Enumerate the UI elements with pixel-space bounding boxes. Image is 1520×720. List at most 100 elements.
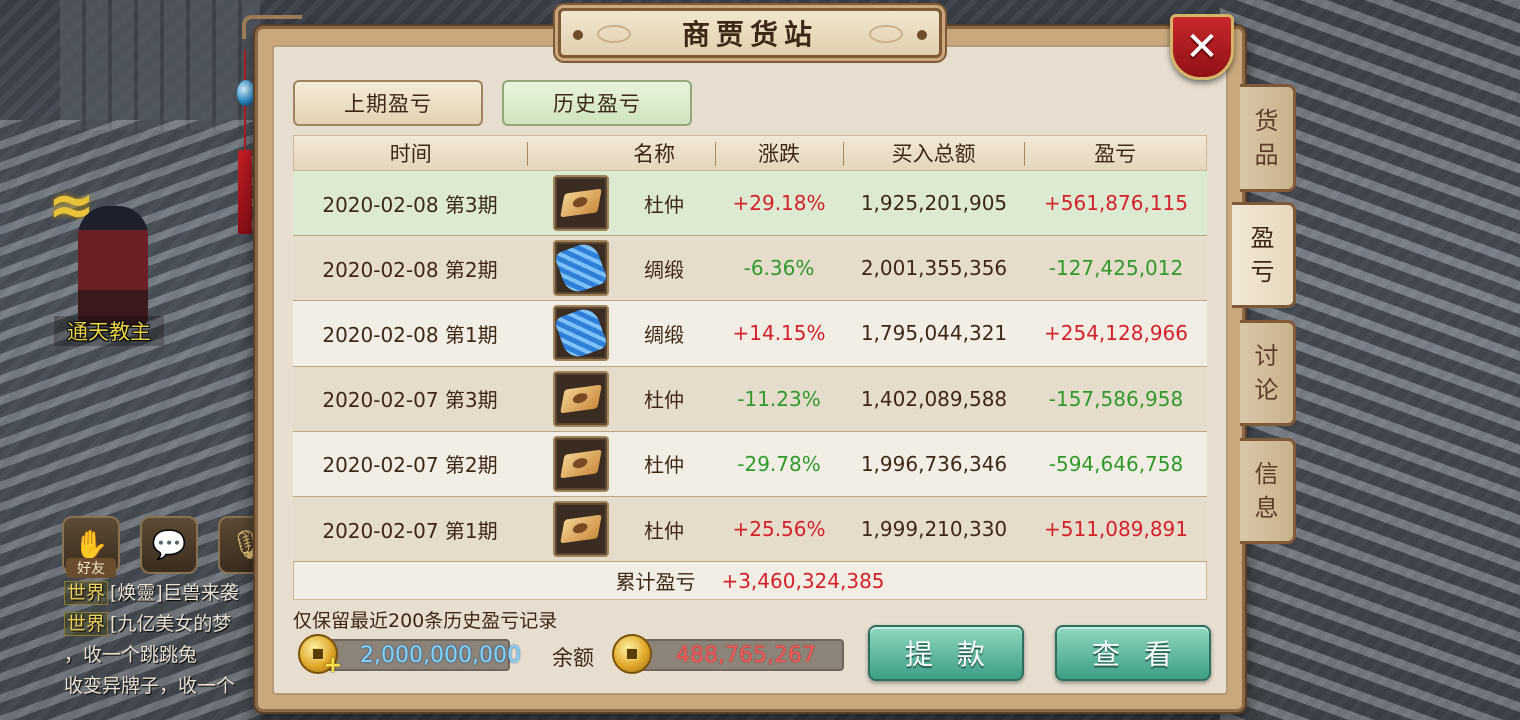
sidetab-goods[interactable]: 货 品 (1240, 84, 1296, 192)
total-label: 累计盈亏 (615, 570, 696, 595)
table-row[interactable]: 2020-02-08 第1期 绸缎 +14.15% 1,795,044,321 … (293, 301, 1207, 367)
chat-line: 世界 [九亿美女的梦 (64, 609, 264, 640)
balance-display: 488,765,267 (632, 639, 844, 671)
corner-ornament (242, 15, 302, 39)
profit-history-table: 时间 名称 涨跌 买入总额 盈亏 2020-02-08 第3期 杜仲 +29.1… (293, 135, 1207, 601)
herb-icon[interactable] (553, 175, 609, 232)
chat-channel: 世界 (64, 612, 109, 636)
cell-buy-total: 1,996,736,346 (860, 451, 1008, 476)
cell-buy-total: 1,999,210,330 (860, 517, 1008, 542)
table-row[interactable]: 2020-02-07 第3期 杜仲 -11.23% 1,402,089,588 … (293, 366, 1207, 432)
cell-profit: +561,876,115 (1044, 191, 1188, 216)
npc-figure (78, 206, 148, 326)
social-bar: ✋ 好友 💬 🎙 (62, 516, 276, 578)
header-change: 涨跌 (715, 138, 843, 168)
tassel-ornament-icon (236, 50, 255, 234)
cell-change: +25.56% (732, 517, 826, 542)
cell-change: -29.78% (737, 451, 821, 476)
add-currency-button[interactable]: + (298, 634, 342, 678)
chat-text: 收变异牌子，收一个 (64, 675, 236, 697)
sidetab-goods-char: 品 (1254, 141, 1279, 169)
sidetab-discuss-char: 论 (1254, 376, 1279, 404)
sidetab-info[interactable]: 信 息 (1240, 438, 1296, 544)
sidetab-goods-char: 货 (1254, 107, 1279, 135)
close-button[interactable]: ✕ (1170, 14, 1234, 80)
tab-history-profit[interactable]: 历史盈亏 (502, 80, 692, 126)
header-profit: 盈亏 (1024, 138, 1206, 168)
coin-icon (612, 634, 652, 674)
title-plate: 商贾货站 (558, 8, 942, 58)
balance-label: 余额 (552, 646, 594, 670)
chat-text: ，收一个跳跳兔 (64, 644, 198, 666)
cell-change: +14.15% (732, 321, 826, 346)
cell-change: -6.36% (743, 256, 815, 281)
panel-title: 商贾货站 (681, 18, 818, 51)
coin-icon (312, 648, 324, 660)
cell-profit: +254,128,966 (1044, 321, 1188, 346)
close-icon: ✕ (1185, 24, 1219, 70)
nail-icon (573, 30, 583, 40)
table-row[interactable]: 2020-02-08 第3期 杜仲 +29.18% 1,925,201,905 … (293, 171, 1207, 237)
chat-text: [九亿美女的梦 (110, 613, 232, 635)
sidetab-info-char: 息 (1254, 494, 1279, 522)
total-row: 累计盈亏 +3,460,324,385 (293, 562, 1207, 601)
handshake-icon: ✋ (73, 528, 109, 561)
chat-channel: 世界 (64, 581, 109, 605)
header-buy-total: 买入总额 (842, 138, 1025, 168)
friends-button[interactable]: ✋ 好友 (62, 516, 120, 578)
friends-label: 好友 (66, 558, 116, 578)
sidetab-profit-char: 盈 (1250, 224, 1275, 252)
npc-character[interactable]: ≈ 通天教主 (38, 176, 168, 346)
silk-icon[interactable] (553, 305, 609, 362)
silk-icon[interactable] (553, 240, 609, 297)
sidetab-discuss[interactable]: 讨 论 (1240, 320, 1296, 426)
chat-line: 收变异牌子，收一个 (64, 671, 264, 702)
herb-icon[interactable] (553, 501, 609, 558)
cell-time: 2020-02-07 第1期 (322, 518, 498, 543)
cell-name: 绸缎 (644, 257, 684, 282)
cell-buy-total: 1,402,089,588 (860, 386, 1008, 411)
cell-buy-total: 2,001,355,356 (860, 256, 1008, 281)
sidetab-discuss-char: 讨 (1254, 342, 1279, 370)
cell-name: 杜仲 (644, 388, 684, 413)
cell-name: 绸缎 (644, 322, 684, 347)
sidetab-info-char: 信 (1254, 460, 1279, 488)
total-value: +3,460,324,385 (721, 568, 885, 593)
header-name: 名称 (527, 138, 715, 168)
herb-icon[interactable] (553, 435, 609, 492)
herb-icon[interactable] (553, 370, 609, 427)
table-row[interactable]: 2020-02-08 第2期 绸缎 -6.36% 2,001,355,356 -… (293, 236, 1207, 302)
cell-time: 2020-02-08 第3期 (322, 192, 498, 217)
chat-line: 世界 [焕靈]巨兽来袭 (64, 578, 264, 609)
history-note: 仅保留最近200条历史盈亏记录 (293, 610, 558, 632)
cell-time: 2020-02-08 第1期 (322, 322, 498, 347)
currency-display: 2,000,000,000 (318, 639, 521, 671)
cell-buy-total: 1,925,201,905 (860, 191, 1008, 216)
cell-change: +29.18% (732, 191, 826, 216)
sidetab-profit[interactable]: 盈 亏 (1232, 202, 1296, 308)
table-row[interactable]: 2020-02-07 第1期 杜仲 +25.56% 1,999,210,330 … (293, 496, 1207, 563)
cell-profit: -127,425,012 (1048, 256, 1184, 281)
table-row[interactable]: 2020-02-07 第2期 杜仲 -29.78% 1,996,736,346 … (293, 431, 1207, 497)
nail-icon (917, 30, 927, 40)
npc-name: 通天教主 (54, 316, 164, 346)
cell-time: 2020-02-08 第2期 (322, 257, 498, 282)
table-header: 时间 名称 涨跌 买入总额 盈亏 (293, 135, 1207, 171)
chat-text: [焕靈]巨兽来袭 (110, 582, 239, 604)
cell-profit: -157,586,958 (1048, 386, 1184, 411)
cloud-ornament-icon (869, 25, 903, 43)
sidetab-profit-char: 亏 (1250, 258, 1275, 286)
chat-bubble-icon: 💬 (151, 528, 187, 561)
chat-button[interactable]: 💬 (140, 516, 198, 574)
plus-icon: + (323, 653, 342, 678)
tab-last-period-profit[interactable]: 上期盈亏 (293, 80, 483, 126)
withdraw-button[interactable]: 提款 (868, 625, 1024, 681)
chat-log[interactable]: 世界 [焕靈]巨兽来袭 世界 [九亿美女的梦 ，收一个跳跳兔 收变异牌子，收一个 (64, 578, 264, 702)
cell-name: 杜仲 (644, 453, 684, 478)
cell-profit: -594,646,758 (1048, 451, 1184, 476)
view-button[interactable]: 查看 (1055, 625, 1211, 681)
cell-name: 杜仲 (644, 192, 684, 217)
cloud-ornament-icon (597, 25, 631, 43)
cell-time: 2020-02-07 第2期 (322, 453, 498, 478)
cell-profit: +511,089,891 (1044, 517, 1188, 542)
